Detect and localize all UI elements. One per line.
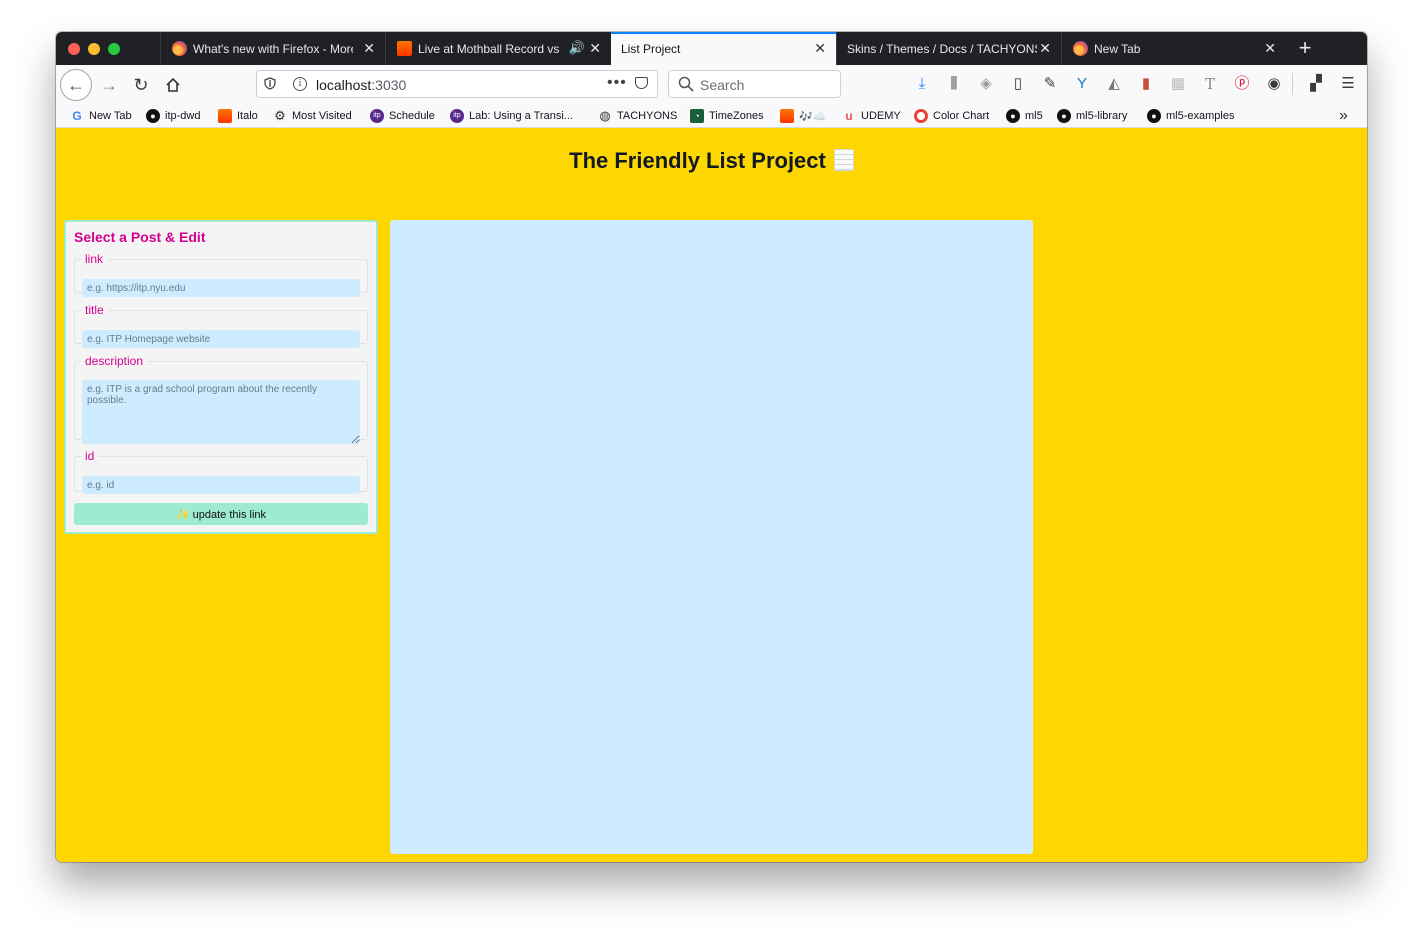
speaker-icon[interactable]: 🔊 [569,40,585,56]
extension-shoe-icon[interactable]: ◭ [1105,75,1123,93]
title-fieldset: title [74,303,368,348]
tracking-shield-icon[interactable] [264,77,276,90]
notepad-icon [833,149,854,171]
toolbar-separator [1292,73,1293,95]
close-window-button[interactable] [68,43,80,55]
back-icon[interactable]: ← [60,69,92,101]
firefox-icon [1073,41,1088,56]
privacy-badger-icon[interactable]: ◈ [977,75,995,93]
soundcloud-icon [780,109,794,123]
link-fieldset: link [74,252,368,297]
extension-t-icon[interactable]: T [1201,75,1219,93]
extensions-icon[interactable]: ▞ [1307,75,1325,93]
extension-grid-icon[interactable]: ▦ [1169,75,1187,93]
google-icon: G [72,109,82,123]
udemy-icon: u [845,109,853,123]
forward-icon[interactable]: → [94,70,124,100]
panel-heading: Select a Post & Edit [74,229,206,245]
account-icon[interactable]: ◉ [1265,75,1283,93]
extension-battery-icon[interactable]: ▮ [1137,75,1155,93]
eyedropper-icon[interactable]: ✎ [1041,75,1059,93]
sparkles-icon: ✨ [175,509,190,521]
gear-icon: ⚙ [274,108,286,123]
id-fieldset: id [74,449,368,494]
search-placeholder: Search [700,77,745,93]
bookmarks-toolbar: G New Tab ● itp-dwd Italo ⚙ Most Visited… [56,105,1367,128]
extension-y-icon[interactable]: Y [1073,75,1091,93]
globe-icon: ◍ [599,108,611,123]
soundcloud-icon [218,109,232,123]
page-actions-icon[interactable]: ••• [607,74,627,92]
link-input[interactable] [82,279,360,297]
library-icon[interactable]: ⫼ [945,75,963,93]
title-input[interactable] [82,330,360,348]
close-tab-icon[interactable]: ✕ [1264,40,1276,56]
url-host: localhost [316,77,372,93]
page-title-text: The Friendly List Project [569,148,826,173]
update-button-label: update this link [192,509,267,521]
url-port: :3030 [371,77,407,93]
color-chart-icon [914,109,928,123]
close-tab-icon[interactable]: ✕ [363,40,375,56]
address-bar[interactable]: i localhost:3030 ••• [256,70,658,98]
page-title: The Friendly List Project [56,148,1367,174]
id-label: id [85,449,95,463]
title-label: title [85,303,104,317]
description-label: description [85,354,144,368]
page-content: The Friendly List Project Select a Post … [56,128,1367,862]
url-text[interactable]: localhost:3030 [316,77,406,93]
itp-icon: itp [450,109,464,123]
downloads-icon[interactable]: ⤓ [913,75,931,93]
timezones-icon: ◔ [690,109,704,123]
update-link-button[interactable]: ✨ update this link [74,503,368,525]
search-icon [678,76,694,92]
firefox-icon [172,41,187,56]
tab-label: Skins / Themes / Docs / TACHYONS [847,42,1037,56]
pinterest-icon[interactable]: ⓟ [1233,75,1251,93]
github-icon: ● [1006,109,1020,123]
tab-label: New Tab [1094,42,1141,56]
soundcloud-icon [397,41,412,56]
search-bar[interactable]: Search [668,70,841,98]
description-fieldset: description [74,354,368,444]
tab-strip: What's new with Firefox - More ✕ Live at… [56,32,1367,65]
reload-icon[interactable]: ↻ [126,70,156,100]
id-input[interactable] [82,476,360,494]
home-icon[interactable] [158,70,188,100]
tab-new-tab[interactable]: New Tab ✕ [1061,32,1286,65]
link-label: link [85,252,104,266]
tab-list-project[interactable]: List Project ✕ [611,32,836,65]
description-textarea[interactable] [82,380,360,444]
tab-tachyons[interactable]: Skins / Themes / Docs / TACHYONS ✕ [836,32,1061,65]
browser-window: What's new with Firefox - More ✕ Live at… [56,32,1367,862]
tab-whats-new[interactable]: What's new with Firefox - More ✕ [160,32,385,65]
tab-label: List Project [621,42,681,56]
zoom-window-button[interactable] [108,43,120,55]
tab-live-mothball[interactable]: Live at Mothball Record vs D 🔊 ✕ [385,32,611,65]
site-info-icon[interactable]: i [293,77,307,91]
tab-label: What's new with Firefox - More [193,42,353,56]
itp-icon: itp [370,109,384,123]
new-tab-button[interactable]: + [1294,36,1316,60]
pocket-icon[interactable] [635,77,648,89]
github-icon: ● [146,109,160,123]
github-icon: ● [1147,109,1161,123]
list-display-area [390,220,1033,854]
github-icon: ● [1057,109,1071,123]
sidebar-icon[interactable]: ▯ [1009,75,1027,93]
tab-label: Live at Mothball Record vs D [418,42,563,56]
edit-post-panel: Select a Post & Edit link title descript… [64,220,378,534]
navigation-toolbar: ← → ↻ i localhost:3030 ••• Search ⤓ ⫼ ◈ … [56,65,1367,105]
close-tab-icon[interactable]: ✕ [814,40,826,56]
close-tab-icon[interactable]: ✕ [1039,40,1051,56]
bookmarks-overflow-icon[interactable]: » [1339,107,1348,125]
menu-icon[interactable]: ☰ [1339,75,1357,93]
minimize-window-button[interactable] [88,43,100,55]
close-tab-icon[interactable]: ✕ [589,40,601,56]
